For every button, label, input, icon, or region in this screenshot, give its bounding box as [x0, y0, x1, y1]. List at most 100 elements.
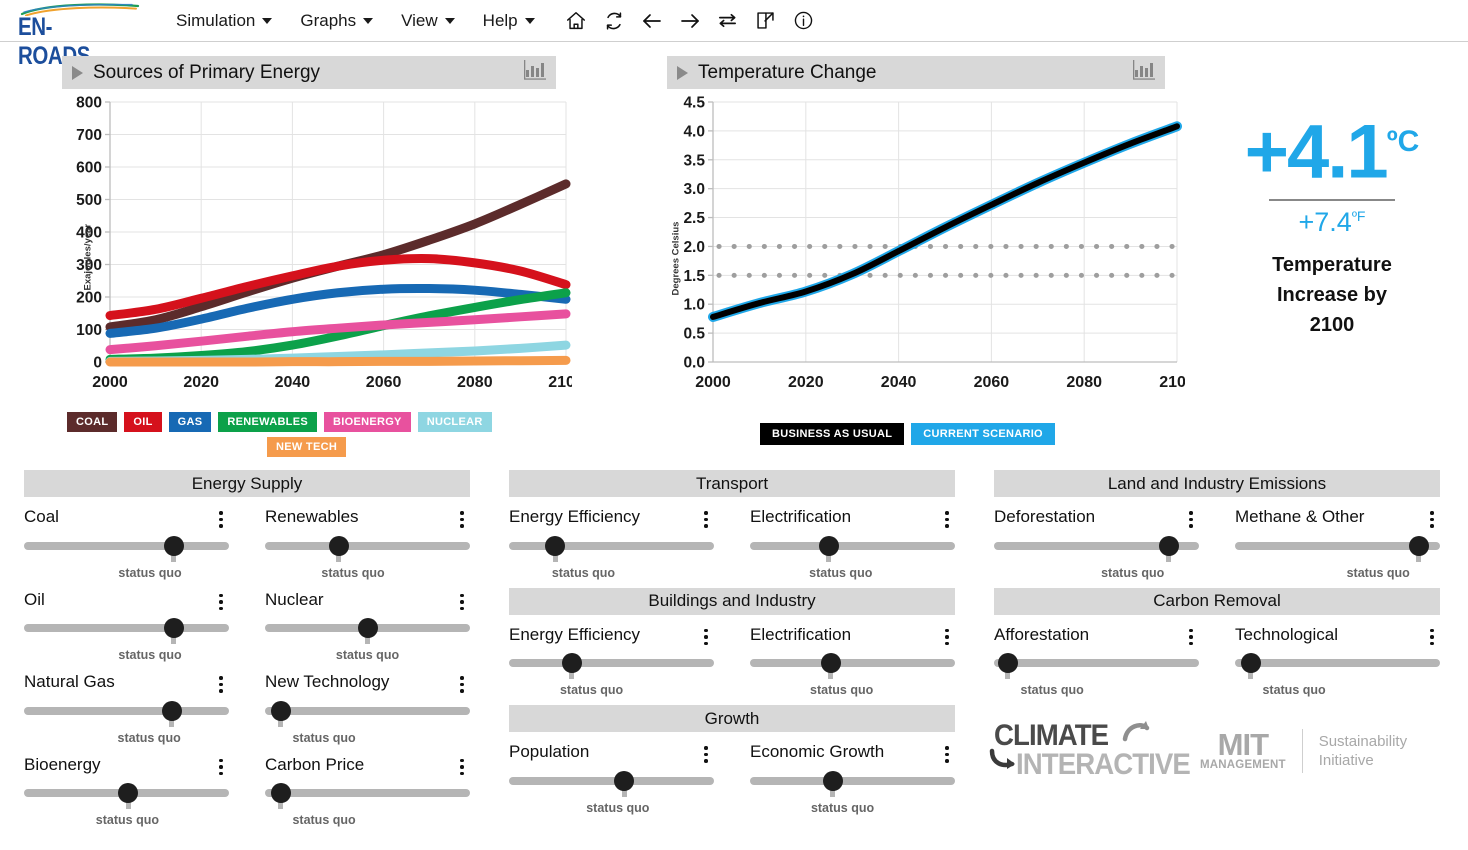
kebab-menu-icon[interactable] — [698, 742, 714, 763]
slider-electrification[interactable]: Electrification status quo — [750, 507, 955, 580]
legend-chip-renewables[interactable]: RENEWABLES — [218, 412, 317, 432]
slider-track[interactable] — [509, 659, 714, 667]
slider-track[interactable] — [24, 706, 229, 715]
slider-economic-growth[interactable]: Economic Growth status quo — [750, 742, 955, 815]
slider-track-wrap[interactable] — [24, 535, 229, 562]
kebab-menu-icon[interactable] — [939, 507, 955, 528]
slider-carbon-price[interactable]: Carbon Price status quo — [265, 755, 470, 827]
slider-track-wrap[interactable] — [994, 652, 1199, 679]
slider-track[interactable] — [265, 789, 470, 797]
slider-track[interactable] — [994, 659, 1199, 667]
undo-arrow-left-icon[interactable] — [639, 8, 665, 34]
slider-knob[interactable] — [1158, 535, 1179, 556]
slider-nuclear[interactable]: Nuclear status quo — [265, 590, 470, 662]
slider-knob[interactable] — [997, 653, 1018, 673]
slider-knob[interactable] — [357, 618, 378, 638]
slider-track-wrap[interactable] — [750, 770, 955, 797]
slider-knob[interactable] — [328, 535, 349, 556]
kebab-menu-icon[interactable] — [454, 590, 470, 610]
slider-track-wrap[interactable] — [750, 652, 955, 679]
slider-oil[interactable]: Oil status quo — [24, 590, 229, 662]
panel-header-temperature[interactable]: Temperature Change — [667, 56, 1165, 89]
slider-track-wrap[interactable] — [265, 700, 470, 727]
share-external-link-icon[interactable] — [753, 8, 779, 34]
slider-knob[interactable] — [161, 700, 182, 721]
slider-knob[interactable] — [561, 653, 582, 673]
slider-knob[interactable] — [822, 770, 843, 791]
legend-chip-coal[interactable]: COAL — [67, 412, 118, 432]
slider-track[interactable] — [750, 659, 955, 667]
slider-knob[interactable] — [270, 783, 291, 803]
info-icon[interactable] — [791, 8, 817, 34]
slider-energy-efficiency[interactable]: Energy Efficiency status quo — [509, 625, 714, 697]
slider-track-wrap[interactable] — [1235, 535, 1440, 562]
legend-chip-gas[interactable]: GAS — [168, 412, 212, 432]
triangle-right-icon[interactable] — [677, 65, 688, 80]
slider-knob[interactable] — [818, 535, 839, 556]
menu-view[interactable]: View — [387, 5, 469, 37]
slider-track-wrap[interactable] — [24, 617, 229, 644]
kebab-menu-icon[interactable] — [213, 672, 229, 693]
triangle-right-icon[interactable] — [72, 65, 83, 80]
slider-energy-efficiency[interactable]: Energy Efficiency status quo — [509, 507, 714, 580]
kebab-menu-icon[interactable] — [213, 755, 229, 775]
slider-track-wrap[interactable] — [24, 782, 229, 809]
slider-knob[interactable] — [545, 535, 566, 556]
slider-track[interactable] — [750, 541, 955, 550]
kebab-menu-icon[interactable] — [1183, 507, 1199, 528]
slider-knob[interactable] — [118, 783, 139, 803]
kebab-menu-icon[interactable] — [698, 625, 714, 645]
kebab-menu-icon[interactable] — [213, 590, 229, 610]
home-icon[interactable] — [563, 8, 589, 34]
slider-track-wrap[interactable] — [509, 535, 714, 562]
slider-knob[interactable] — [1408, 535, 1429, 556]
panel-header-energy[interactable]: Sources of Primary Energy — [62, 56, 556, 89]
slider-track[interactable] — [750, 776, 955, 785]
menu-help[interactable]: Help — [469, 5, 549, 37]
slider-knob[interactable] — [163, 535, 184, 556]
kebab-menu-icon[interactable] — [1183, 625, 1199, 645]
legend-chip-business-as-usual[interactable]: BUSINESS AS USUAL — [760, 423, 905, 445]
legend-chip-bioenergy[interactable]: BIOENERGY — [323, 412, 411, 432]
kebab-menu-icon[interactable] — [1424, 625, 1440, 645]
slider-track-wrap[interactable] — [265, 782, 470, 809]
menu-graphs[interactable]: Graphs — [286, 5, 387, 37]
slider-track-wrap[interactable] — [24, 700, 229, 727]
slider-track-wrap[interactable] — [509, 770, 714, 797]
bar-chart-icon[interactable] — [524, 60, 546, 85]
slider-new-technology[interactable]: New Technology status quo — [265, 672, 470, 745]
slider-methane-other[interactable]: Methane & Other status quo — [1235, 507, 1440, 580]
slider-track-wrap[interactable] — [750, 535, 955, 562]
slider-knob[interactable] — [1240, 653, 1261, 673]
slider-knob[interactable] — [820, 653, 841, 673]
kebab-menu-icon[interactable] — [939, 625, 955, 645]
kebab-menu-icon[interactable] — [213, 507, 229, 528]
slider-deforestation[interactable]: Deforestation status quo — [994, 507, 1199, 580]
slider-track-wrap[interactable] — [1235, 652, 1440, 679]
slider-coal[interactable]: Coal status quo — [24, 507, 229, 580]
menu-simulation[interactable]: Simulation — [162, 5, 286, 37]
slider-track-wrap[interactable] — [265, 535, 470, 562]
kebab-menu-icon[interactable] — [698, 507, 714, 528]
legend-chip-oil[interactable]: OIL — [124, 412, 162, 432]
slider-track[interactable] — [265, 541, 470, 550]
kebab-menu-icon[interactable] — [939, 742, 955, 763]
kebab-menu-icon[interactable] — [454, 507, 470, 528]
slider-track[interactable] — [1235, 659, 1440, 667]
compare-swap-icon[interactable] — [715, 8, 741, 34]
slider-knob[interactable] — [614, 770, 635, 791]
slider-technological[interactable]: Technological status quo — [1235, 625, 1440, 697]
slider-track[interactable] — [509, 776, 714, 785]
slider-track[interactable] — [509, 541, 714, 550]
en-roads-logo[interactable]: EN-ROADS — [18, 2, 144, 70]
legend-chip-nuclear[interactable]: NUCLEAR — [417, 412, 492, 432]
slider-track-wrap[interactable] — [265, 617, 470, 644]
kebab-menu-icon[interactable] — [454, 672, 470, 693]
legend-chip-current-scenario[interactable]: CURRENT SCENARIO — [911, 423, 1055, 445]
slider-renewables[interactable]: Renewables status quo — [265, 507, 470, 580]
slider-track[interactable] — [24, 541, 229, 550]
redo-arrow-right-icon[interactable] — [677, 8, 703, 34]
slider-population[interactable]: Population status quo — [509, 742, 714, 815]
kebab-menu-icon[interactable] — [454, 755, 470, 775]
slider-knob[interactable] — [270, 700, 291, 721]
